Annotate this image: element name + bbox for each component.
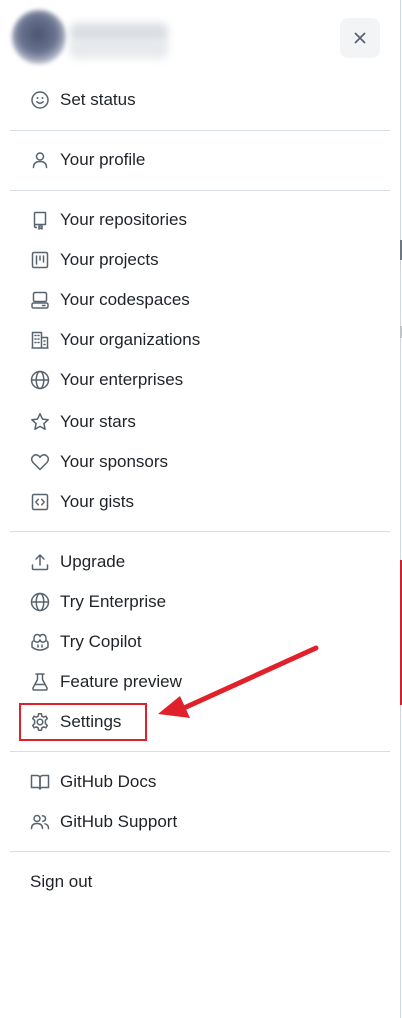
divider: [10, 531, 390, 532]
menu-item-label: GitHub Support: [60, 812, 178, 831]
menu-item-label: Try Copilot: [60, 632, 142, 651]
divider: [10, 851, 390, 852]
user-menu-panel: Set status Your profile Your repositorie…: [0, 0, 401, 1018]
menu-item-your-enterprises[interactable]: Your enterprises: [20, 362, 388, 398]
user-menu-header: [0, 0, 400, 82]
menu-item-label: Your projects: [60, 250, 159, 269]
smiley-icon: [30, 90, 50, 110]
menu-item-sign-out[interactable]: Sign out: [20, 864, 388, 900]
divider: [10, 190, 390, 191]
heart-icon: [30, 452, 50, 472]
upload-icon: [30, 552, 50, 572]
project-icon: [30, 250, 50, 270]
organization-icon: [30, 330, 50, 350]
menu-item-label: Try Enterprise: [60, 592, 167, 611]
menu-item-your-stars[interactable]: Your stars: [20, 404, 388, 440]
menu-item-github-support[interactable]: GitHub Support: [20, 804, 388, 840]
avatar[interactable]: [12, 10, 66, 64]
beaker-icon: [30, 672, 50, 692]
book-icon: [30, 772, 50, 792]
menu-item-your-profile[interactable]: Your profile: [20, 142, 388, 178]
menu-item-label: Set status: [60, 90, 136, 109]
username-redacted: [70, 22, 168, 60]
menu-item-your-gists[interactable]: Your gists: [20, 484, 388, 520]
star-icon: [30, 412, 50, 432]
menu-item-label: Your organizations: [60, 330, 201, 349]
person-icon: [30, 150, 50, 170]
menu-item-your-organizations[interactable]: Your organizations: [20, 322, 388, 358]
menu-item-label: Your stars: [60, 412, 136, 431]
copilot-icon: [30, 632, 50, 652]
menu-item-upgrade[interactable]: Upgrade: [20, 544, 388, 580]
menu-item-your-sponsors[interactable]: Your sponsors: [20, 444, 388, 480]
menu-item-github-docs[interactable]: GitHub Docs: [20, 764, 388, 800]
code-square-icon: [30, 492, 50, 512]
menu-item-set-status[interactable]: Set status: [20, 82, 388, 118]
divider: [10, 130, 390, 131]
close-icon: [354, 32, 366, 44]
codespaces-icon: [30, 290, 50, 310]
menu-item-label: Your profile: [60, 150, 146, 169]
menu-item-label: Your sponsors: [60, 452, 169, 471]
menu-item-try-enterprise[interactable]: Try Enterprise: [20, 584, 388, 620]
repo-icon: [30, 210, 50, 230]
divider: [10, 751, 390, 752]
menu-item-your-codespaces[interactable]: Your codespaces: [20, 282, 388, 318]
people-icon: [30, 812, 50, 832]
annotation-arrow: [158, 645, 319, 718]
menu-item-label: Sign out: [30, 872, 93, 891]
menu-item-label: Your repositories: [60, 210, 187, 229]
menu-item-your-projects[interactable]: Your projects: [20, 242, 388, 278]
menu-item-label: Upgrade: [60, 552, 126, 571]
globe-icon: [30, 592, 50, 612]
menu-item-label: Your gists: [60, 492, 135, 511]
menu-item-label: Your enterprises: [60, 370, 184, 389]
settings-highlight-box: [19, 703, 147, 741]
close-button[interactable]: [340, 18, 380, 58]
globe-icon: [30, 370, 50, 390]
menu-item-your-repositories[interactable]: Your repositories: [20, 202, 388, 238]
menu-item-label: GitHub Docs: [60, 772, 157, 791]
menu-item-label: Your codespaces: [60, 290, 190, 309]
